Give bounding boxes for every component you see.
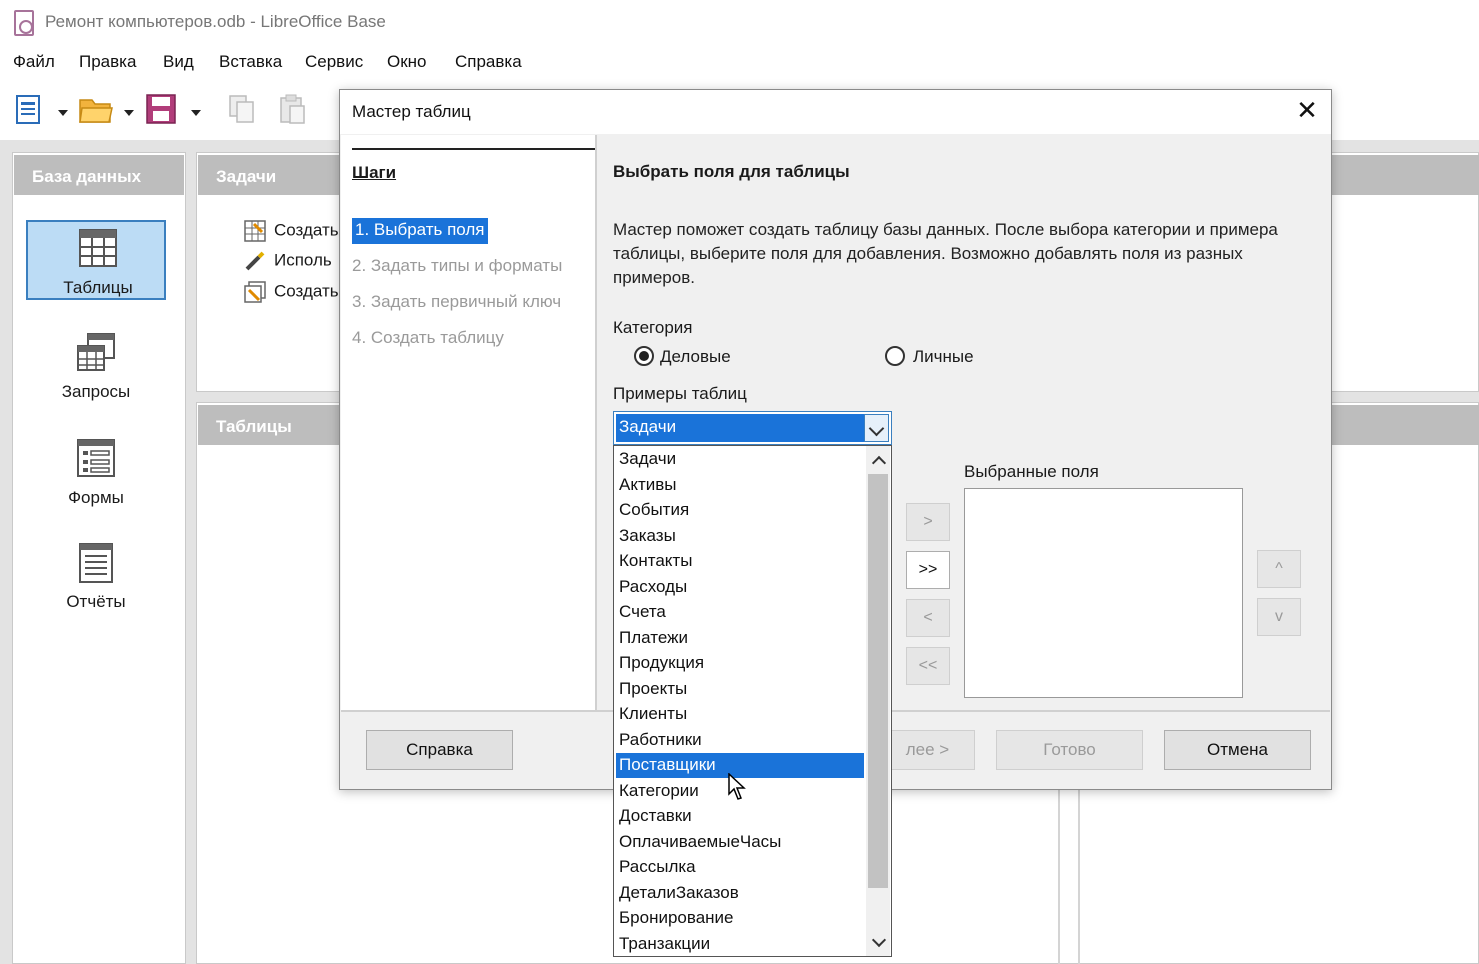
radio-business[interactable] <box>634 346 654 366</box>
dropdown-item[interactable]: Продукция <box>616 651 864 676</box>
step-set-primary-key[interactable]: 3. Задать первичный ключ <box>352 292 561 312</box>
db-item-reports[interactable]: Отчёты <box>26 536 166 616</box>
query-icon <box>76 332 116 372</box>
dropdown-item[interactable]: Платежи <box>616 626 864 651</box>
menu-file[interactable]: Файл <box>13 52 55 72</box>
remove-all-fields-button[interactable]: << <box>906 647 950 685</box>
step-create-table[interactable]: 4. Создать таблицу <box>352 328 504 348</box>
db-item-label: Формы <box>68 488 124 507</box>
radio-personal-label[interactable]: Личные <box>913 347 974 367</box>
dropdown-item[interactable]: Проекты <box>616 677 864 702</box>
mouse-cursor-icon <box>728 772 746 801</box>
dropdown-item[interactable]: Контакты <box>616 549 864 574</box>
menu-bar: Файл Правка Вид Вставка Сервис Окно Спра… <box>0 50 1479 78</box>
cancel-button[interactable]: Отмена <box>1164 730 1311 770</box>
menu-window[interactable]: Окно <box>387 52 427 72</box>
dropdown-item[interactable]: Транзакции <box>616 932 864 957</box>
help-button[interactable]: Справка <box>366 730 513 770</box>
remove-field-button[interactable]: < <box>906 599 950 637</box>
dropdown-scrollbar-thumb[interactable] <box>868 474 888 888</box>
examples-combobox-value[interactable]: Задачи <box>616 414 864 442</box>
dropdown-item[interactable]: Счета <box>616 600 864 625</box>
dialog-title: Мастер таблиц <box>352 102 471 121</box>
dropdown-item[interactable]: Бронирование <box>616 906 864 931</box>
chevron-down-icon[interactable] <box>191 110 201 116</box>
open-folder-icon[interactable] <box>78 92 114 128</box>
chevron-down-icon[interactable] <box>58 110 68 116</box>
step-select-fields[interactable]: 1. Выбрать поля <box>352 218 488 244</box>
db-item-label: Таблицы <box>63 278 133 297</box>
menu-help[interactable]: Справка <box>455 52 522 72</box>
dropdown-item[interactable]: Активы <box>616 473 864 498</box>
new-document-icon[interactable] <box>12 92 48 128</box>
examples-label: Примеры таблиц <box>613 384 747 403</box>
selected-fields-label: Выбранные поля <box>964 462 1099 481</box>
db-item-forms[interactable]: Формы <box>26 432 166 512</box>
selected-fields-list[interactable] <box>964 488 1243 698</box>
chevron-down-icon[interactable] <box>870 934 886 950</box>
form-icon <box>76 438 116 478</box>
dropdown-item[interactable]: Доставки <box>616 804 864 829</box>
task-label: Создать <box>274 220 339 240</box>
move-up-button[interactable]: ^ <box>1257 550 1301 588</box>
dropdown-item[interactable]: Заказы <box>616 524 864 549</box>
steps-heading: Шаги <box>352 163 397 182</box>
category-label: Категория <box>613 318 693 337</box>
dropdown-item[interactable]: Рассылка <box>616 855 864 880</box>
window-title: Ремонт компьютеров.odb - LibreOffice Bas… <box>45 12 386 31</box>
libreoffice-base-icon <box>14 10 34 36</box>
dropdown-item[interactable]: Клиенты <box>616 702 864 727</box>
database-panel-header: База данных <box>14 155 184 195</box>
db-item-queries[interactable]: Запросы <box>26 326 166 406</box>
db-item-label: Отчёты <box>66 592 126 611</box>
steps-divider-line <box>352 148 595 150</box>
panel-divider[interactable] <box>1078 790 1080 964</box>
task-label: Создать <box>274 281 339 301</box>
paste-icon[interactable] <box>276 92 312 128</box>
next-button[interactable]: лее > <box>880 730 975 770</box>
step-set-types[interactable]: 2. Задать типы и форматы <box>352 256 562 276</box>
table-design-icon <box>244 220 266 242</box>
menu-insert[interactable]: Вставка <box>219 52 282 72</box>
close-icon[interactable]: ✕ <box>1290 96 1324 126</box>
page-heading: Выбрать поля для таблицы <box>613 162 850 181</box>
task-create-design[interactable]: Создать <box>244 220 339 242</box>
chevron-up-icon[interactable] <box>870 452 886 468</box>
menu-tools[interactable]: Сервис <box>305 52 363 72</box>
task-use-wizard[interactable]: Исполь <box>244 250 332 272</box>
db-item-label: Запросы <box>61 382 131 401</box>
menu-view[interactable]: Вид <box>163 52 194 72</box>
report-icon <box>76 542 116 583</box>
dropdown-item[interactable]: ДеталиЗаказов <box>616 881 864 906</box>
dropdown-item[interactable]: Работники <box>616 728 864 753</box>
task-create-view[interactable]: Создать <box>244 281 339 303</box>
copy-icon[interactable] <box>225 92 261 128</box>
steps-separator <box>595 135 597 710</box>
table-icon <box>78 228 118 268</box>
db-item-tables[interactable]: Таблицы <box>26 220 166 300</box>
view-design-icon <box>244 281 266 303</box>
move-down-button[interactable]: v <box>1257 598 1301 636</box>
finish-button[interactable]: Готово <box>996 730 1143 770</box>
chevron-down-icon[interactable] <box>864 414 889 442</box>
task-label: Исполь <box>274 250 332 270</box>
dropdown-item[interactable]: События <box>616 498 864 523</box>
menu-edit[interactable]: Правка <box>79 52 136 72</box>
add-field-button[interactable]: > <box>906 503 950 541</box>
save-icon[interactable] <box>144 92 180 128</box>
dropdown-item[interactable]: Расходы <box>616 575 864 600</box>
add-all-fields-button[interactable]: >> <box>906 551 950 589</box>
radio-business-label[interactable]: Деловые <box>660 347 731 367</box>
panel-divider[interactable] <box>1058 790 1060 964</box>
chevron-down-icon[interactable] <box>124 110 134 116</box>
page-description: Мастер поможет создать таблицу базы данн… <box>613 220 1278 287</box>
dropdown-item[interactable]: ОплачиваемыеЧасы <box>616 830 864 855</box>
dropdown-item[interactable]: Задачи <box>616 447 864 472</box>
radio-personal[interactable] <box>885 346 905 366</box>
dialog-titlebar <box>340 90 1331 134</box>
wizard-wand-icon <box>244 250 266 272</box>
